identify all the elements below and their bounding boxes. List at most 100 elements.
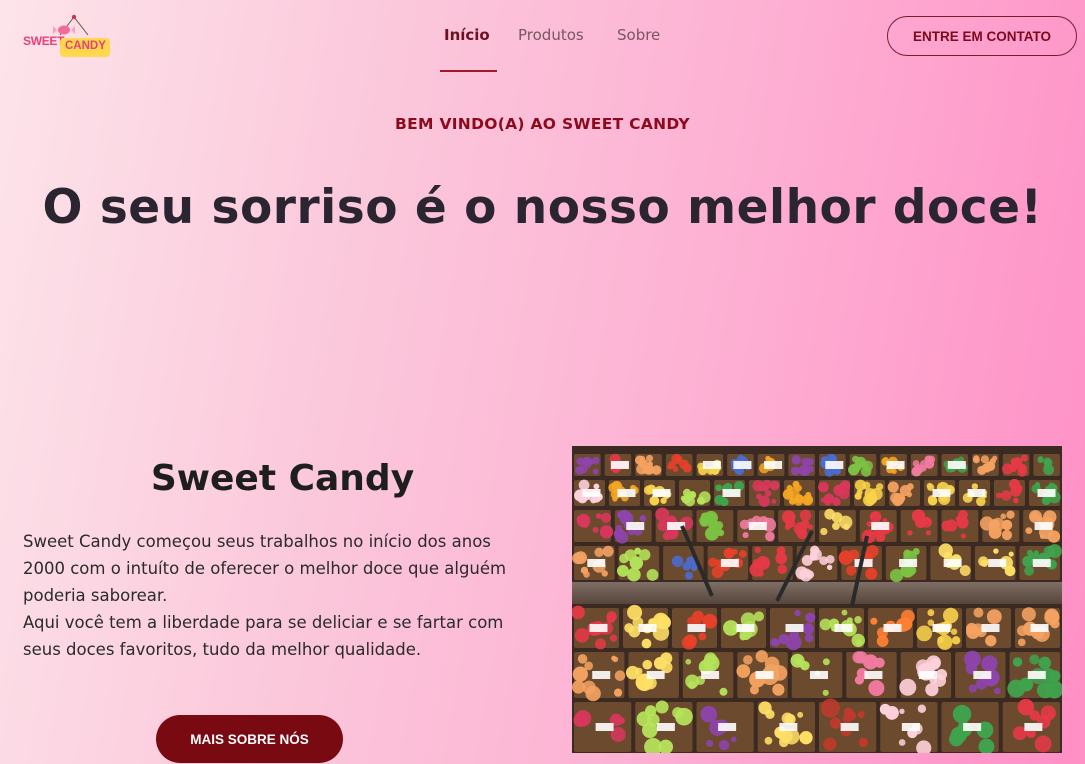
candy-piece [791,455,802,465]
nav-item-inicio[interactable]: Início [444,26,490,44]
candy-piece [868,680,885,697]
candy-piece [1037,455,1044,462]
candy-piece [826,564,833,571]
candy-piece [1034,482,1041,488]
candy-piece [1000,513,1007,520]
candy-piece [580,566,589,574]
price-tag [736,624,755,632]
candy-piece [1008,478,1020,490]
candy-piece [952,704,972,724]
candy-piece [743,655,753,665]
candy-piece [698,498,706,505]
candy-piece [854,479,866,491]
candy-piece [662,531,672,541]
candy-piece [848,549,860,561]
candy-piece [1038,656,1052,670]
candy-piece [907,530,913,536]
candy-piece [778,633,789,645]
candy-piece [1034,735,1052,753]
candy-piece [854,616,862,624]
candy-piece [613,688,623,697]
candy-piece [1007,679,1026,698]
candy-piece [1021,607,1036,622]
price-tag [764,461,783,469]
price-tag [810,671,828,679]
candy-piece [903,549,912,558]
candy-piece [917,704,927,713]
candy-piece [794,609,801,617]
candy-piece [797,711,804,718]
price-tag [589,624,608,632]
candy-piece [584,661,594,671]
candy-piece [976,496,986,507]
candy-piece [769,638,779,647]
candy-piece [988,525,1002,539]
candy-piece [1020,454,1028,462]
candy-piece [781,712,794,725]
candy-piece [765,531,775,542]
candy-piece [911,509,926,523]
price-tag [947,461,966,469]
candy-piece [715,484,723,492]
candy-piece [749,685,759,695]
candy-piece [764,656,780,672]
price-tag [722,489,741,497]
candy-piece [593,483,600,490]
candy-piece [843,707,854,717]
candy-piece [795,566,809,580]
candy-piece [820,527,828,536]
candy-piece [641,638,652,649]
contact-button[interactable]: ENTRE EM CONTATO [887,16,1077,56]
candy-piece [833,496,839,502]
candy-piece [851,462,862,473]
candy-piece [912,460,920,467]
candy-piece [624,549,637,562]
candy-piece [823,493,835,504]
candy-piece [1001,529,1013,541]
sweet-candy-logo[interactable]: SWEET CANDY [22,13,114,61]
candy-piece [1013,497,1019,504]
candy-piece [927,609,935,617]
price-tag [779,723,798,731]
price-tag [1037,489,1056,497]
candy-piece [718,739,730,751]
candy-piece [777,564,788,575]
candy-piece [986,609,1002,625]
candy-piece [644,464,655,475]
candy-piece [784,524,791,531]
candy-piece [700,705,718,723]
candy-piece [772,683,785,696]
candy-piece [639,515,647,522]
candy-piece [576,513,591,528]
nav-item-sobre[interactable]: Sobre [617,26,660,44]
candy-piece [606,611,617,622]
candy-piece [916,625,933,642]
price-tag [1027,671,1046,679]
candy-piece [627,567,641,582]
candy-piece [887,481,899,493]
candy-piece [800,519,810,529]
more-about-button[interactable]: MAIS SOBRE NÓS [156,715,343,763]
candy-piece [963,650,981,668]
candy-piece [739,633,747,641]
candy-piece [863,493,876,507]
candy-piece [1011,460,1020,468]
candy-piece [989,458,996,465]
price-tag [871,522,890,530]
candy-piece [822,689,829,696]
active-nav-indicator [440,70,497,72]
candy-piece [993,687,1001,695]
nav-item-produtos[interactable]: Produtos [518,26,584,44]
candy-piece [802,494,814,506]
hero-headline: O seu sorriso é o nosso melhor doce! [42,180,1043,235]
price-tag [638,624,657,632]
candy-piece [942,607,959,624]
candy-piece [968,684,977,693]
candy-piece [574,710,592,727]
candy-piece [719,687,728,696]
candy-piece [616,564,629,577]
price-tag [1030,624,1049,632]
candy-piece [865,567,878,580]
candy-piece [574,551,588,565]
candy-piece [832,522,840,531]
